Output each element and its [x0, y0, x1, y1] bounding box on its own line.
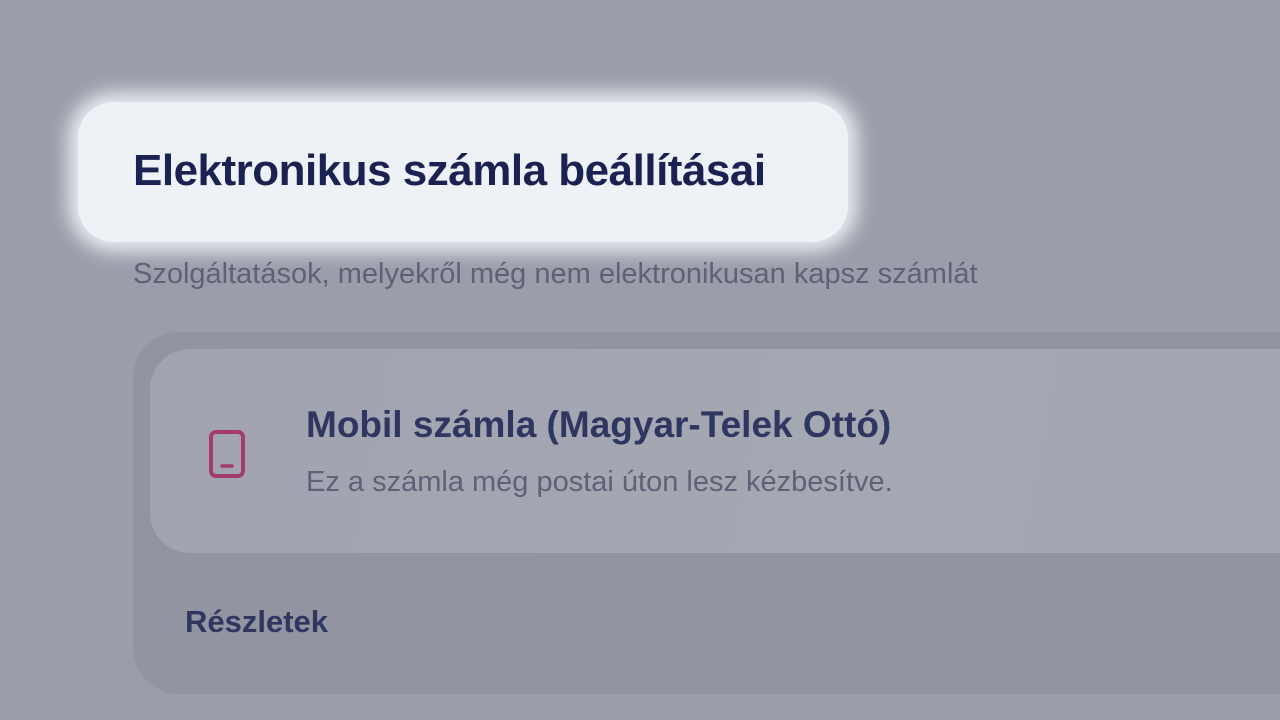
- mobile-phone-icon: [209, 430, 245, 478]
- service-card-body: [150, 349, 1280, 553]
- service-description: Ez a számla még postai úton lesz kézbesí…: [306, 466, 893, 498]
- page-title: Elektronikus számla beállításai: [133, 146, 766, 195]
- details-link[interactable]: Részletek: [185, 604, 328, 640]
- page: Elektronikus számla beállításai Szolgált…: [0, 0, 1280, 720]
- page-subtitle: Szolgáltatások, melyekről még nem elektr…: [133, 258, 978, 290]
- service-title: Mobil számla (Magyar-Telek Ottó): [306, 404, 892, 445]
